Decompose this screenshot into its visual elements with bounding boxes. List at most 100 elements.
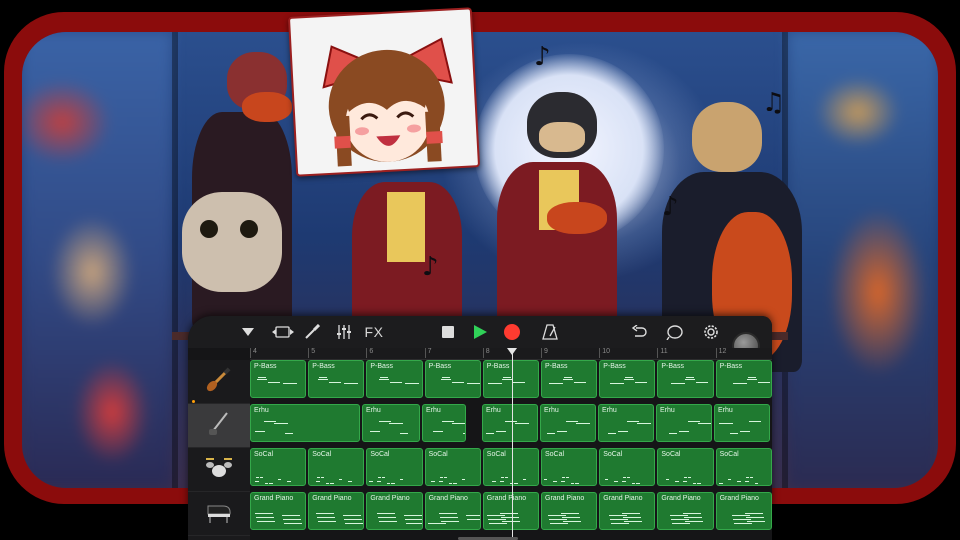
region-bass[interactable]: P-Bass bbox=[250, 360, 307, 398]
region-label: Grand Piano bbox=[545, 495, 585, 502]
midi-note bbox=[283, 519, 301, 520]
midi-note bbox=[274, 423, 288, 424]
region-drums[interactable]: SoCal bbox=[482, 448, 539, 486]
midi-note bbox=[675, 481, 680, 482]
region-bass[interactable]: P-Bass bbox=[657, 360, 714, 398]
region-erhu[interactable]: Erhu bbox=[598, 404, 654, 442]
region-bass[interactable]: P-Bass bbox=[424, 360, 481, 398]
region-bass[interactable]: P-Bass bbox=[366, 360, 423, 398]
playhead-handle[interactable] bbox=[507, 348, 517, 355]
midi-note bbox=[439, 517, 458, 518]
midi-note bbox=[636, 483, 641, 484]
track-header-drums[interactable] bbox=[188, 448, 250, 492]
midi-note bbox=[733, 523, 752, 524]
region-erhu[interactable]: Erhu bbox=[540, 404, 596, 442]
midi-note bbox=[255, 481, 259, 482]
region-drums[interactable]: SoCal bbox=[599, 448, 656, 486]
region-drums[interactable]: SoCal bbox=[715, 448, 772, 486]
play-icon[interactable] bbox=[470, 322, 490, 342]
region-erhu[interactable]: Erhu bbox=[422, 404, 466, 442]
region-piano[interactable]: Grand Piano bbox=[250, 492, 307, 530]
midi-note bbox=[557, 431, 567, 432]
midi-note bbox=[614, 481, 619, 482]
midi-note bbox=[400, 433, 408, 434]
playhead[interactable] bbox=[512, 348, 513, 540]
region-bass[interactable]: P-Bass bbox=[599, 360, 656, 398]
region-label: Erhu bbox=[660, 407, 675, 414]
region-drums[interactable]: SoCal bbox=[366, 448, 423, 486]
metronome-icon[interactable] bbox=[540, 322, 560, 342]
midi-note bbox=[287, 481, 291, 482]
midi-note bbox=[448, 483, 452, 484]
settings-icon[interactable] bbox=[700, 322, 722, 342]
midi-note bbox=[610, 519, 629, 520]
region-drums[interactable]: SoCal bbox=[541, 448, 598, 486]
region-bass[interactable]: P-Bass bbox=[308, 360, 365, 398]
region-erhu[interactable]: Erhu bbox=[714, 404, 770, 442]
region-label: P-Bass bbox=[661, 363, 684, 370]
region-label: P-Bass bbox=[428, 363, 452, 370]
track-header-piano[interactable] bbox=[188, 492, 250, 536]
midi-note bbox=[488, 523, 507, 524]
region-drums[interactable]: SoCal bbox=[250, 448, 307, 486]
lane-drums[interactable]: SoCal SoCal SoCal SoCal SoCal SoCal SoCal SoCal… bbox=[250, 448, 772, 492]
tracks-dropdown-icon[interactable] bbox=[238, 322, 258, 342]
midi-note bbox=[745, 517, 764, 518]
region-label: Erhu bbox=[602, 407, 617, 414]
track-headers bbox=[188, 360, 250, 540]
undo-icon[interactable] bbox=[628, 322, 650, 342]
region-drums[interactable]: SoCal bbox=[424, 448, 481, 486]
midi-note bbox=[255, 431, 265, 432]
midi-note bbox=[608, 433, 616, 434]
region-piano[interactable]: Grand Piano bbox=[308, 492, 365, 530]
midi-note bbox=[316, 481, 321, 482]
lane-piano[interactable]: Grand Piano Grand Piano Grand Piano Grand P… bbox=[250, 492, 772, 536]
track-header-bass[interactable] bbox=[188, 360, 250, 404]
garageband-tracks-panel: FX + 456789101112 bbox=[188, 316, 772, 540]
mixer-icon[interactable] bbox=[334, 322, 354, 342]
loop-icon[interactable] bbox=[664, 322, 686, 342]
region-erhu[interactable]: Erhu bbox=[250, 404, 360, 442]
lane-bass[interactable]: P-Bass P-Bass P-Bass P-Bass P-Bass P-Bass P-Ba… bbox=[250, 360, 772, 404]
midi-note bbox=[256, 517, 274, 518]
drum-kit-icon bbox=[204, 455, 234, 484]
region-piano[interactable]: Grand Piano bbox=[482, 492, 539, 530]
region-piano[interactable]: Grand Piano bbox=[657, 492, 714, 530]
midi-note bbox=[624, 379, 635, 380]
fx-button[interactable]: FX bbox=[362, 322, 386, 342]
region-erhu[interactable]: Erhu bbox=[656, 404, 712, 442]
region-bass[interactable]: P-Bass bbox=[482, 360, 539, 398]
midi-note bbox=[377, 481, 382, 482]
region-bass[interactable]: P-Bass bbox=[541, 360, 598, 398]
region-label: P-Bass bbox=[486, 363, 510, 370]
midi-note bbox=[618, 431, 628, 432]
midi-note bbox=[637, 423, 651, 424]
region-piano[interactable]: Grand Piano bbox=[424, 492, 481, 530]
brush-icon[interactable] bbox=[302, 322, 322, 342]
region-drums[interactable]: SoCal bbox=[308, 448, 365, 486]
region-label: SoCal bbox=[486, 451, 506, 458]
region-piano[interactable]: Grand Piano bbox=[541, 492, 598, 530]
bar-number: 6 bbox=[366, 348, 373, 358]
track-view-icon[interactable] bbox=[270, 322, 296, 342]
record-icon[interactable] bbox=[502, 322, 522, 342]
lane-erhu[interactable]: Erhu Erhu Erhu Erhu Erhu Erhu Erhu Erhu bbox=[250, 404, 772, 448]
track-header-erhu[interactable] bbox=[188, 404, 250, 448]
region-erhu[interactable]: Erhu bbox=[482, 404, 538, 442]
region-drums[interactable]: SoCal bbox=[657, 448, 714, 486]
region-erhu[interactable]: Erhu bbox=[362, 404, 420, 442]
midi-note bbox=[610, 383, 625, 384]
blurred-background-left bbox=[22, 32, 172, 488]
midi-note bbox=[749, 477, 753, 478]
midi-note bbox=[499, 513, 518, 514]
midi-note bbox=[686, 377, 695, 378]
region-label: SoCal bbox=[719, 451, 739, 458]
midi-note bbox=[380, 377, 389, 378]
region-piano[interactable]: Grand Piano bbox=[366, 492, 423, 530]
region-piano[interactable]: Grand Piano bbox=[715, 492, 772, 530]
region-piano[interactable]: Grand Piano bbox=[599, 492, 656, 530]
midi-note bbox=[749, 421, 761, 422]
midi-note bbox=[330, 483, 335, 484]
stop-icon[interactable] bbox=[438, 322, 458, 342]
region-bass[interactable]: P-Bass bbox=[715, 360, 772, 398]
